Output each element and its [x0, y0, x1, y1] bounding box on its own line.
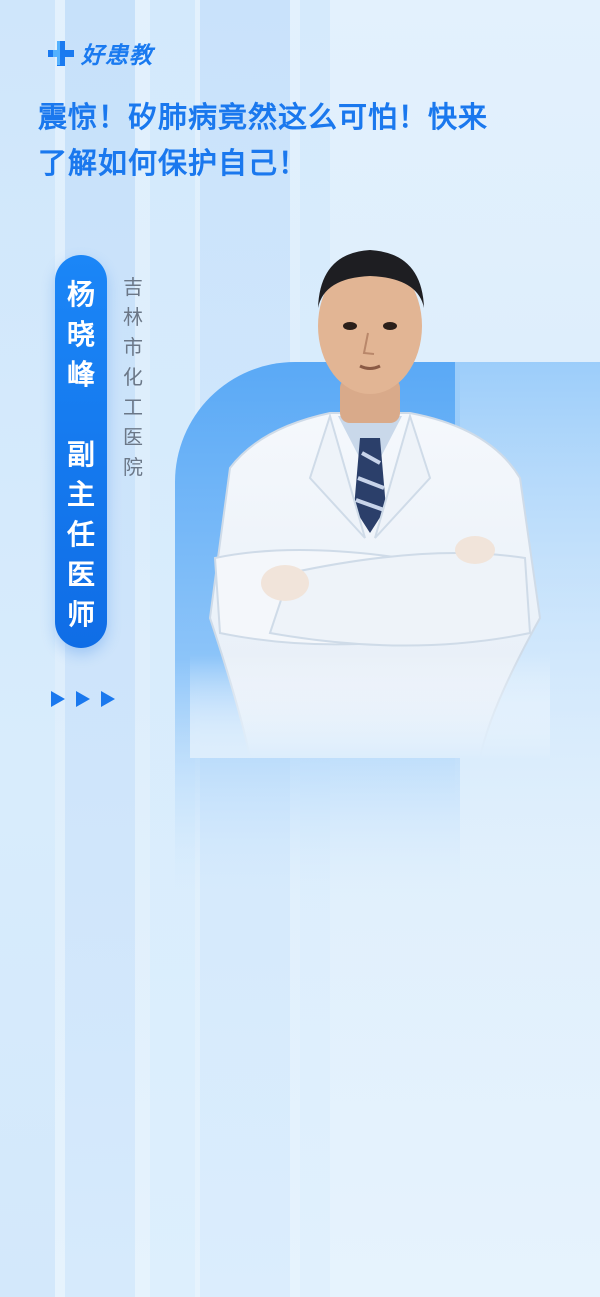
title-char: 副 [66, 438, 95, 471]
hospital-char: 工 [123, 395, 143, 419]
plus-cross-icon [48, 41, 74, 66]
triangle-right-icon [76, 691, 90, 707]
background-stripe [65, 0, 135, 1297]
title-char: 主 [66, 478, 95, 511]
brand-name: 好患教 [81, 43, 153, 69]
hospital-char: 医 [123, 425, 143, 449]
triangle-right-icon [51, 691, 65, 707]
headline: 震惊！矽肺病竟然这么可怕！快来 了解如何保护自己！ [38, 94, 568, 186]
name-char: 杨 [66, 278, 95, 311]
hospital-char: 吉 [123, 275, 143, 299]
hospital-name: 吉 林 市 化 工 医 院 [119, 272, 147, 482]
background-stripe [0, 0, 55, 1297]
doctor-title: 副 主 任 医 师 [55, 435, 107, 635]
hospital-char: 化 [123, 365, 143, 389]
title-char: 师 [66, 598, 95, 631]
name-char: 晓 [66, 318, 95, 351]
hospital-char: 林 [123, 305, 143, 329]
hospital-char: 市 [123, 335, 143, 359]
triangle-right-icon [101, 691, 115, 707]
doctor-name: 杨 晓 峰 [55, 275, 107, 395]
headline-line-2: 了解如何保护自己！ [38, 146, 309, 180]
title-char: 任 [66, 518, 95, 551]
doctor-portrait [190, 238, 550, 758]
title-char: 医 [66, 558, 95, 591]
doctor-name-pill: 杨 晓 峰 副 主 任 医 师 [55, 255, 107, 648]
brand-logo: 好患教 [44, 36, 153, 70]
name-char: 峰 [66, 358, 95, 391]
decorative-arrows [50, 690, 116, 708]
hospital-char: 院 [123, 455, 143, 479]
headline-line-1: 震惊！矽肺病竟然这么可怕！快来 [38, 100, 489, 134]
